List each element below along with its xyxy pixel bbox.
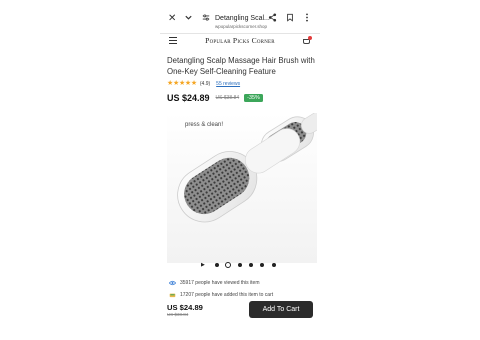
image-carousel: ▶ [160,260,320,270]
url-host[interactable]: wpopularpickscorner.shop [215,24,267,29]
product-rating: ★★★★★ (4.9) 55 reviews [167,80,240,88]
play-icon[interactable]: ▶ [201,262,205,268]
added-count-text: 17207 people have added this item to car… [180,292,274,298]
store-brand[interactable]: Popular Picks Corner [160,36,320,45]
product-title: Detangling Scalp Massage Hair Brush with… [167,56,315,76]
cart-add-icon [169,292,176,298]
browser-toolbar: ✕ Detangling Scal... wpopularpickscorner… [160,11,320,33]
page-title[interactable]: Detangling Scal... [215,15,270,22]
added-notice: 17207 people have added this item to car… [169,291,273,299]
hair-brush-illustration [167,109,330,263]
chevron-down-icon[interactable] [184,13,193,26]
share-icon[interactable] [268,13,277,26]
discount-badge: -35% [244,93,263,102]
rating-stars: ★★★★★ [167,80,197,87]
rating-score: (4.9) [199,81,211,87]
store-header: Popular Picks Corner [160,35,320,49]
cart-badge [308,36,312,40]
reviews-link[interactable]: 55 reviews [216,81,240,87]
bookmark-icon[interactable] [286,13,294,26]
eye-icon [168,280,177,286]
original-price: US $38.84 [215,94,240,101]
add-to-cart-button[interactable]: Add To Cart [249,301,313,318]
viewed-count-text: 35917 people have viewed this item [180,280,260,286]
toolbar-divider [160,33,320,34]
bottom-purchase-bar: US $24.89 US $38.84 Add To Cart [160,299,320,323]
more-vert-icon[interactable] [305,13,309,26]
image-caption: press & clean! [185,122,224,128]
cart-icon[interactable] [303,36,312,44]
carousel-dot[interactable] [260,263,264,267]
current-price: US $24.89 [167,92,210,103]
carousel-dot-active[interactable] [225,262,231,268]
carousel-dot[interactable] [249,263,253,267]
close-icon[interactable]: ✕ [168,13,176,25]
bottom-price: US $24.89 [167,303,203,312]
bottom-original-price: US $38.84 [167,312,189,317]
carousel-dot[interactable] [215,263,219,267]
mobile-page: ✕ Detangling Scal... wpopularpickscorner… [160,0,330,340]
carousel-dot[interactable] [272,263,276,267]
product-image[interactable]: press & clean! [167,109,330,263]
price-row: US $24.89 US $38.84 -35% [167,92,263,103]
tune-icon[interactable] [202,13,210,26]
carousel-dot[interactable] [238,263,242,267]
viewed-notice: 35917 people have viewed this item [168,279,260,287]
